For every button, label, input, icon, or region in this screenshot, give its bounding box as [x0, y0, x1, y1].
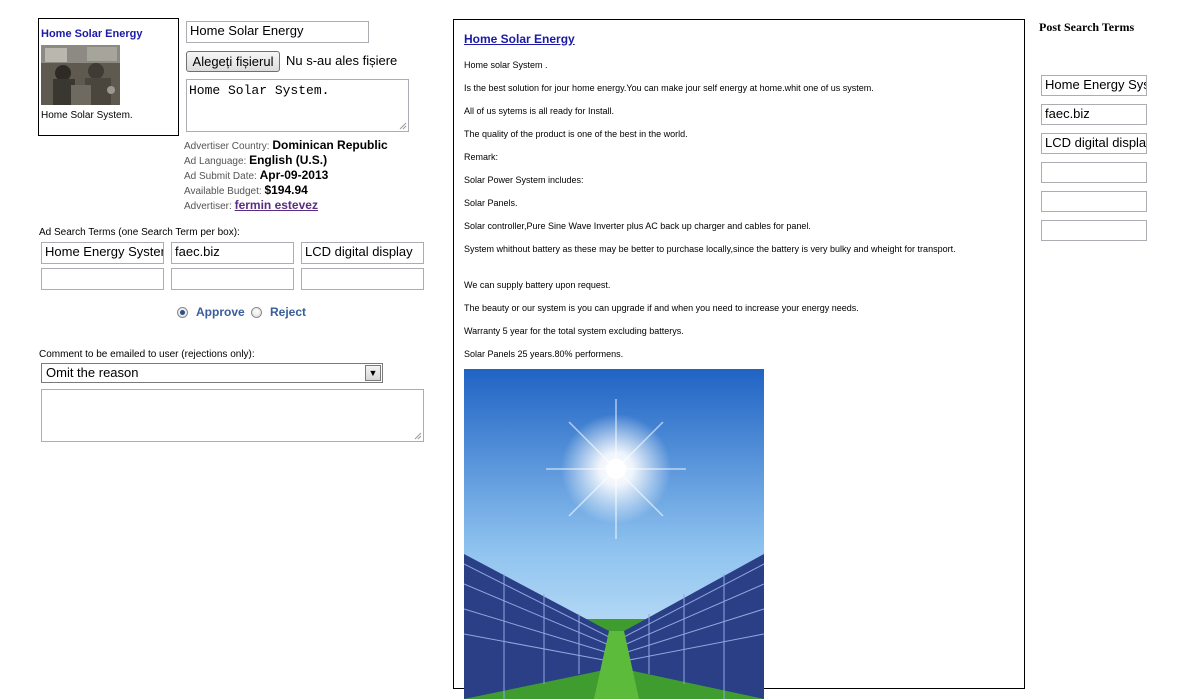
search-term-input-1[interactable]: Home Energy System: [41, 242, 164, 264]
ad-submit-date-label: Ad Submit Date:: [184, 171, 257, 182]
advertiser-label: Advertiser:: [184, 201, 232, 212]
landing-text-line: The beauty or our system is you can upgr…: [464, 303, 859, 313]
resize-grip-icon[interactable]: [399, 122, 407, 130]
landing-text-line: System whithout battery as these may be …: [464, 244, 956, 254]
reason-select[interactable]: Omit the reason ▼: [41, 363, 383, 383]
landing-text-line: Home solar System .: [464, 60, 548, 70]
ad-submit-date-value: Apr-09-2013: [259, 168, 329, 182]
landing-page-preview: Home Solar Energy Home solar System . Is…: [453, 19, 1025, 699]
advertiser-link[interactable]: fermin estevez: [235, 198, 318, 212]
advertiser-country-row: Advertiser Country: Dominican Republic: [184, 138, 388, 152]
available-budget-value: $194.94: [264, 183, 308, 197]
solar-panels-photo: [464, 369, 764, 699]
post-search-term-input-2[interactable]: faec.biz: [1041, 104, 1147, 125]
reject-label[interactable]: Reject: [270, 305, 306, 319]
approve-radio[interactable]: [177, 307, 188, 318]
dropdown-arrow-icon[interactable]: ▼: [365, 365, 381, 381]
search-term-input-2[interactable]: faec.biz: [171, 242, 294, 264]
advertiser-country-label: Advertiser Country:: [184, 141, 270, 152]
landing-text-line: We can supply battery upon request.: [464, 280, 611, 290]
landing-text-line: The quality of the product is one of the…: [464, 129, 688, 139]
ad-language-value: English (U.S.): [249, 153, 328, 167]
ad-description-textarea[interactable]: Home Solar System.: [186, 79, 409, 132]
ad-preview-description: Home Solar System.: [41, 110, 133, 121]
landing-text-line: Remark:: [464, 152, 499, 162]
comment-label: Comment to be emailed to user (rejection…: [39, 349, 255, 360]
reason-select-value: Omit the reason: [46, 365, 139, 380]
advertiser-country-value: Dominican Republic: [272, 138, 388, 152]
landing-text-line: Warranty 5 year for the total system exc…: [464, 326, 684, 336]
choose-file-button[interactable]: Alegeți fișierul: [186, 51, 280, 72]
ad-preview-title[interactable]: Home Solar Energy: [41, 28, 142, 40]
ad-language-row: Ad Language: English (U.S.): [184, 153, 327, 167]
available-budget-row: Available Budget: $194.94: [184, 183, 308, 197]
post-search-term-input-1[interactable]: Home Energy System: [1041, 75, 1147, 96]
search-term-input-4[interactable]: [41, 268, 164, 290]
post-search-term-input-3[interactable]: LCD digital display: [1041, 133, 1147, 154]
post-search-term-input-6[interactable]: [1041, 220, 1147, 241]
search-term-input-5[interactable]: [171, 268, 294, 290]
landing-title-link[interactable]: Home Solar Energy: [464, 32, 575, 46]
landing-text-line: Solar Power System includes:: [464, 175, 584, 185]
reject-radio[interactable]: [251, 307, 262, 318]
ad-submit-date-row: Ad Submit Date: Apr-09-2013: [184, 168, 328, 182]
landing-text-line: Is the best solution for jour home energ…: [464, 83, 874, 93]
ad-language-label: Ad Language:: [184, 156, 247, 167]
landing-text-line: Solar Panels.: [464, 198, 518, 208]
approve-label[interactable]: Approve: [196, 305, 245, 319]
landing-text-line: Solar controller,Pure Sine Wave Inverter…: [464, 221, 811, 231]
post-search-term-input-5[interactable]: [1041, 191, 1147, 212]
post-search-term-input-4[interactable]: [1041, 162, 1147, 183]
ad-description-text: Home Solar System.: [189, 83, 330, 98]
search-terms-label: Ad Search Terms (one Search Term per box…: [39, 227, 240, 238]
advertiser-row: Advertiser: fermin estevez: [184, 198, 318, 212]
available-budget-label: Available Budget:: [184, 186, 262, 197]
search-term-input-3[interactable]: LCD digital display: [301, 242, 424, 264]
search-term-input-6[interactable]: [301, 268, 424, 290]
file-status-text: Nu s-au ales fișiere: [286, 53, 398, 68]
resize-grip-icon[interactable]: [414, 432, 422, 440]
ad-preview-card: Home Solar Energy Home Solar System.: [38, 18, 179, 136]
landing-text-line: All of us sytems is all ready for Instal…: [464, 106, 615, 116]
comment-textarea[interactable]: [41, 389, 424, 442]
landing-text-line: Solar Panels 25 years.80% performens.: [464, 349, 624, 359]
ad-title-input[interactable]: Home Solar Energy: [186, 21, 369, 43]
ad-thumbnail-image: [41, 45, 120, 105]
post-search-terms-heading: Post Search Terms: [1039, 20, 1135, 34]
